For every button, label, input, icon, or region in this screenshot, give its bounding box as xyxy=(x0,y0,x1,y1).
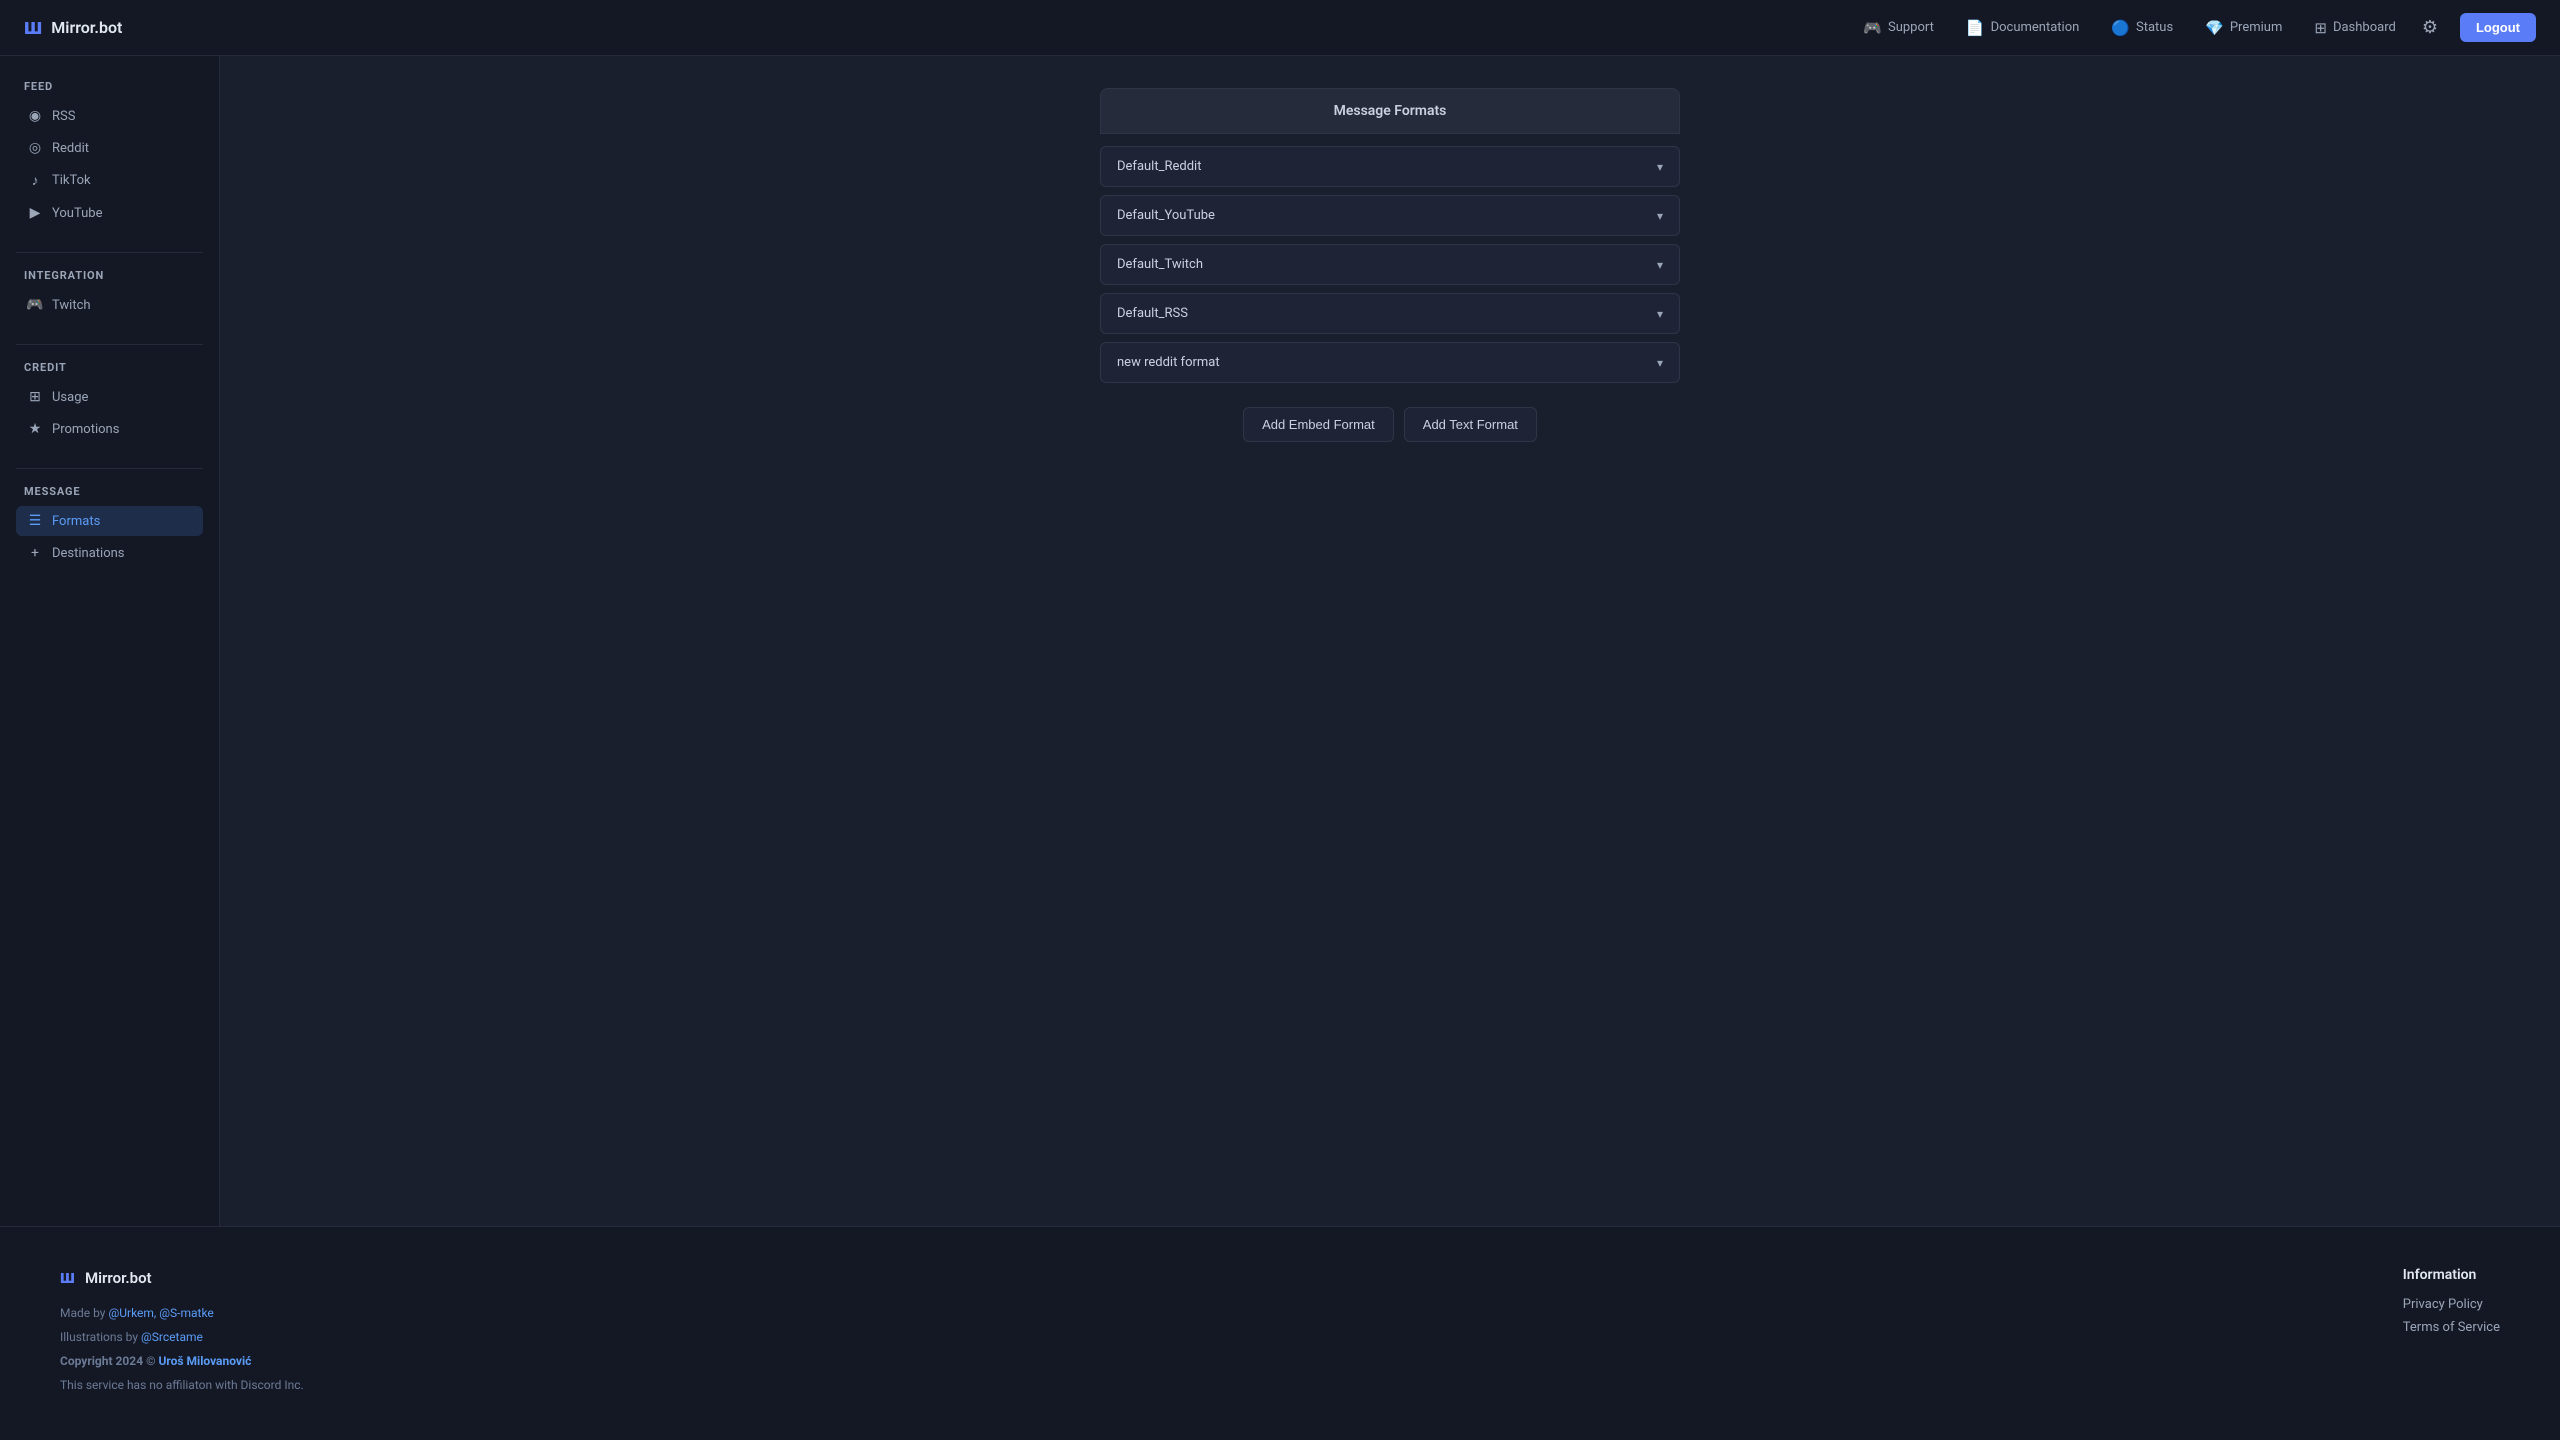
formats-panel: Message Formats Default_Reddit ▾ Default… xyxy=(1100,88,1680,442)
footer-link-authors[interactable]: @Urkem, @S-matke xyxy=(108,1306,213,1320)
sidebar-divider-3 xyxy=(16,468,203,469)
chevron-down-icon: ▾ xyxy=(1657,356,1663,370)
status-icon: 🔵 xyxy=(2111,19,2130,37)
footer-right: Information Privacy Policy Terms of Serv… xyxy=(2403,1267,2500,1400)
format-dropdown-reddit[interactable]: Default_Reddit ▾ xyxy=(1100,146,1680,187)
sidebar-item-twitch[interactable]: 🎮 Twitch xyxy=(16,290,203,320)
tiktok-icon: ♪ xyxy=(26,172,44,189)
footer-info-title: Information xyxy=(2403,1267,2500,1283)
format-dropdown-twitch[interactable]: Default_Twitch ▾ xyxy=(1100,244,1680,285)
sidebar-item-rss[interactable]: ◉ RSS xyxy=(16,101,203,131)
sidebar-section-integration: Integration 🎮 Twitch xyxy=(16,269,203,320)
nav-status[interactable]: 🔵 Status xyxy=(2099,13,2185,43)
footer-privacy-link[interactable]: Privacy Policy xyxy=(2403,1297,2500,1312)
footer-left: ш Mirror.bot Made by @Urkem, @S-matke Il… xyxy=(60,1267,304,1400)
dashboard-icon: ⊞ xyxy=(2314,19,2327,37)
sidebar-section-credit-title: Credit xyxy=(16,361,203,374)
format-dropdown-new-reddit[interactable]: new reddit format ▾ xyxy=(1100,342,1680,383)
sidebar-item-promotions[interactable]: ★ Promotions xyxy=(16,414,203,444)
format-dropdown-youtube[interactable]: Default_YouTube ▾ xyxy=(1100,195,1680,236)
sidebar-divider-1 xyxy=(16,252,203,253)
sidebar-item-youtube[interactable]: ▶ YouTube xyxy=(16,198,203,228)
format-dropdown-rss[interactable]: Default_RSS ▾ xyxy=(1100,293,1680,334)
footer-illustrations: Illustrations by @Srcetame xyxy=(60,1328,304,1346)
rss-icon: ◉ xyxy=(26,108,44,124)
footer-link-illustrator[interactable]: @Srcetame xyxy=(141,1330,203,1344)
sidebar-item-formats[interactable]: ☰ Formats xyxy=(16,506,203,536)
destinations-icon: + xyxy=(26,545,44,561)
sidebar-section-integration-title: Integration xyxy=(16,269,203,282)
header: ш Mirror.bot 🎮 Support 📄 Documentation 🔵… xyxy=(0,0,2560,56)
youtube-icon: ▶ xyxy=(26,205,44,221)
sidebar-item-destinations[interactable]: + Destinations xyxy=(16,538,203,568)
footer-terms-link[interactable]: Terms of Service xyxy=(2403,1320,2500,1335)
logout-button[interactable]: Logout xyxy=(2460,13,2536,42)
sidebar-section-feed-title: Feed xyxy=(16,80,203,93)
promotions-icon: ★ xyxy=(26,421,44,437)
chevron-down-icon: ▾ xyxy=(1657,307,1663,321)
nav-premium[interactable]: 💎 Premium xyxy=(2193,13,2294,43)
logo-icon: ш xyxy=(24,15,41,40)
header-nav: 🎮 Support 📄 Documentation 🔵 Status 💎 Pre… xyxy=(1851,11,2536,44)
twitch-icon: 🎮 xyxy=(26,297,44,313)
footer-logo-icon: ш xyxy=(60,1267,75,1288)
sidebar-item-usage[interactable]: ⊞ Usage xyxy=(16,382,203,412)
reddit-icon: ◎ xyxy=(26,140,44,156)
chevron-down-icon: ▾ xyxy=(1657,160,1663,174)
formats-icon: ☰ xyxy=(26,513,44,529)
footer-logo: ш Mirror.bot xyxy=(60,1267,304,1288)
sidebar-section-credit: Credit ⊞ Usage ★ Promotions xyxy=(16,361,203,444)
add-embed-format-button[interactable]: Add Embed Format xyxy=(1243,407,1394,442)
footer-copyright: Copyright 2024 © Uroš Milovanović xyxy=(60,1352,304,1370)
premium-icon: 💎 xyxy=(2205,19,2224,37)
content-area: Message Formats Default_Reddit ▾ Default… xyxy=(220,56,2560,1226)
support-icon: 🎮 xyxy=(1863,19,1882,37)
formats-list: Default_Reddit ▾ Default_YouTube ▾ Defau… xyxy=(1100,146,1680,383)
sidebar-section-feed: Feed ◉ RSS ◎ Reddit ♪ TikTok ▶ YouTube xyxy=(16,80,203,228)
sidebar-section-message: Message ☰ Formats + Destinations xyxy=(16,485,203,568)
footer-disclaimer: This service has no affiliaton with Disc… xyxy=(60,1376,304,1394)
main-layout: Feed ◉ RSS ◎ Reddit ♪ TikTok ▶ YouTube I… xyxy=(0,56,2560,1226)
chevron-down-icon: ▾ xyxy=(1657,209,1663,223)
footer: ш Mirror.bot Made by @Urkem, @S-matke Il… xyxy=(0,1226,2560,1440)
sidebar-section-message-title: Message xyxy=(16,485,203,498)
footer-link-owner[interactable]: Uroš Milovanović xyxy=(158,1354,251,1368)
logo-area: ш Mirror.bot xyxy=(24,15,122,40)
add-text-format-button[interactable]: Add Text Format xyxy=(1404,407,1537,442)
chevron-down-icon: ▾ xyxy=(1657,258,1663,272)
settings-button[interactable]: ⚙ xyxy=(2416,11,2444,44)
sidebar-item-reddit[interactable]: ◎ Reddit xyxy=(16,133,203,163)
logo-text: Mirror.bot xyxy=(51,18,122,37)
footer-made-by: Made by @Urkem, @S-matke xyxy=(60,1304,304,1322)
footer-logo-text: Mirror.bot xyxy=(85,1269,152,1287)
usage-icon: ⊞ xyxy=(26,389,44,405)
sidebar-divider-2 xyxy=(16,344,203,345)
nav-dashboard[interactable]: ⊞ Dashboard xyxy=(2302,13,2407,43)
panel-header: Message Formats xyxy=(1100,88,1680,134)
action-buttons: Add Embed Format Add Text Format xyxy=(1100,407,1680,442)
nav-support[interactable]: 🎮 Support xyxy=(1851,13,1946,43)
sidebar: Feed ◉ RSS ◎ Reddit ♪ TikTok ▶ YouTube I… xyxy=(0,56,220,1226)
sidebar-item-tiktok[interactable]: ♪ TikTok xyxy=(16,165,203,196)
nav-documentation[interactable]: 📄 Documentation xyxy=(1954,13,2091,43)
documentation-icon: 📄 xyxy=(1966,19,1985,37)
